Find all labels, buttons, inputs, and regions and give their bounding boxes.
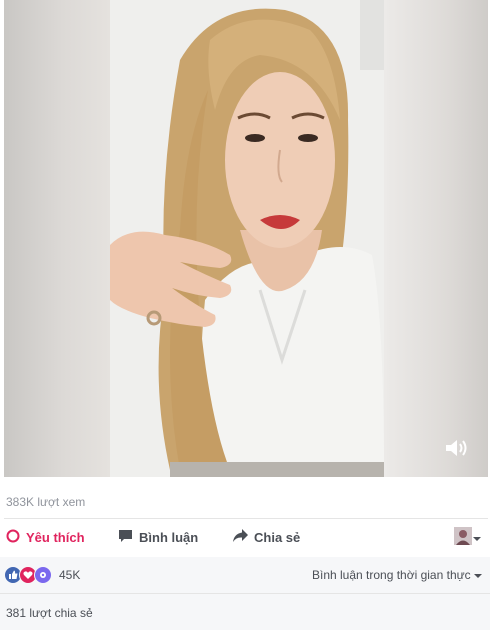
comment-mode-selector[interactable]: Bình luận trong thời gian thực [312,568,482,582]
comment-icon [118,529,133,546]
reaction-count: 45K [59,568,81,582]
comment-button[interactable]: Bình luận [118,529,198,546]
page-avatar-selector[interactable] [454,527,482,550]
video-still-image [110,0,384,477]
volume-icon[interactable] [444,437,470,459]
reaction-list[interactable]: 45K [4,566,80,584]
share-label: Chia sẻ [254,529,301,545]
avatar [454,527,472,550]
comment-mode-label: Bình luận trong thời gian thực [311,568,471,582]
view-count: 383K lượt xem [6,495,86,509]
video-blur-left [4,0,110,477]
share-count[interactable]: 381 lượt chia sẻ [6,606,93,620]
comment-label: Bình luận [139,530,199,545]
like-button[interactable]: Yêu thích [6,529,85,546]
video-player[interactable] [4,0,488,477]
action-bar: Yêu thích Bình luận Chia sẻ [0,522,490,554]
chevron-down-icon [472,530,482,548]
share-icon [233,529,248,545]
wow-icon [34,566,52,584]
divider [4,518,488,519]
divider [0,593,490,594]
video-frame [110,0,384,477]
like-label: Yêu thích [26,530,85,545]
like-reaction-icon [6,529,20,546]
reactions-summary: 45K Bình luận trong thời gian thực 381 l… [0,557,490,630]
chevron-down-icon [474,568,482,582]
share-button[interactable]: Chia sẻ [233,529,300,545]
video-blur-right [384,0,488,477]
